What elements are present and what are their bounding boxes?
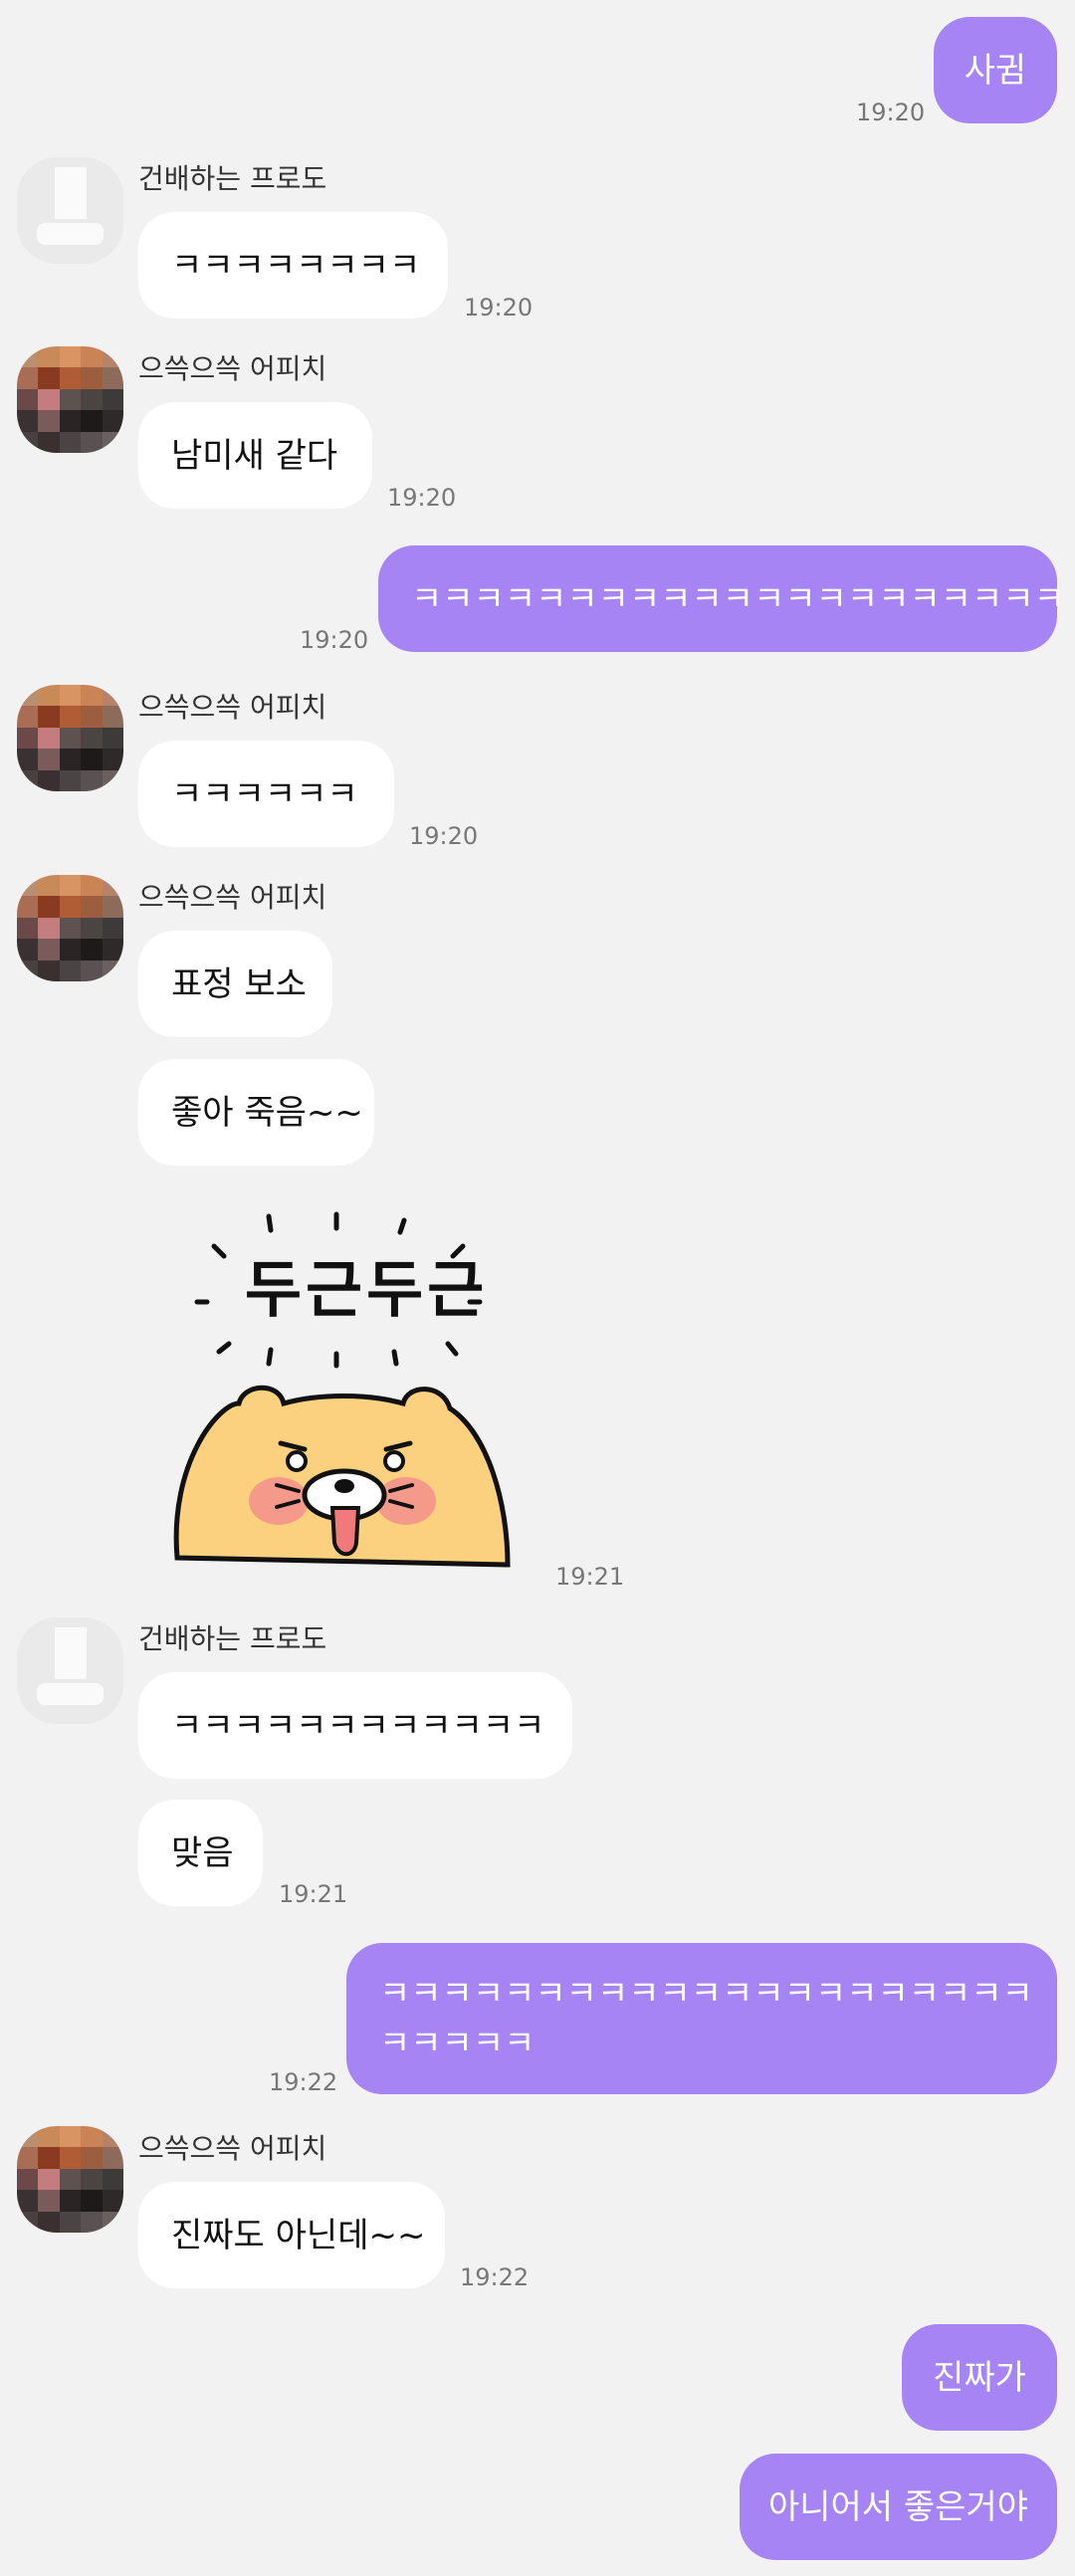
message-text: 좋아 죽음~~ (171, 1092, 363, 1133)
message-text: 사귐 (964, 50, 1027, 91)
avatar-frodo[interactable] (17, 1617, 123, 1724)
blushing-ryan-sticker[interactable]: 두근두근 (169, 1204, 528, 1583)
message-time: 19:22 (269, 2068, 338, 2096)
outgoing-message-bubble[interactable]: ㅋㅋㅋㅋㅋㅋㅋㅋㅋㅋㅋㅋㅋㅋㅋㅋㅋㅋㅋㅋㅋ ㅋㅋㅋㅋㅋ (346, 1943, 1057, 2094)
pixelated-avatar-icon (17, 875, 123, 981)
incoming-message-bubble[interactable]: ㅋㅋㅋㅋㅋㅋㅋㅋㅋㅋㅋㅋ (138, 1672, 572, 1779)
avatar-apeach[interactable] (17, 685, 123, 791)
message-text: 진짜가 (933, 2357, 1026, 2398)
message-time: 19:21 (555, 1563, 625, 1591)
pixelated-avatar-icon (17, 2126, 123, 2233)
message-time: 19:20 (387, 484, 457, 512)
avatar-apeach[interactable] (17, 346, 123, 453)
avatar-apeach[interactable] (17, 2126, 123, 2233)
incoming-message-bubble[interactable]: 맞음 (138, 1800, 263, 1906)
message-text: ㅋㅋㅋㅋㅋㅋㅋㅋㅋㅋㅋㅋ (171, 1705, 545, 1746)
message-time: 19:20 (300, 626, 369, 654)
message-text: 아니어서 좋은거야 (767, 2486, 1029, 2527)
message-time: 19:21 (279, 1880, 348, 1908)
sticker-text: 두근두근 (245, 1253, 489, 1326)
avatar-apeach[interactable] (17, 875, 123, 981)
incoming-message-bubble[interactable]: 남미새 같다 (138, 402, 372, 509)
message-text: 맞음 (171, 1832, 234, 1873)
sender-name: 건배하는 프로도 (138, 162, 327, 195)
outgoing-message-bubble[interactable]: 진짜가 (902, 2324, 1057, 2431)
outgoing-message-bubble[interactable]: 아니어서 좋은거야 (740, 2454, 1057, 2560)
default-avatar-icon (37, 1627, 104, 1705)
incoming-message-bubble[interactable]: 진짜도 아닌데~~ (138, 2182, 445, 2288)
message-time: 19:20 (856, 99, 926, 126)
incoming-message-bubble[interactable]: ㅋㅋㅋㅋㅋㅋㅋㅋ (138, 212, 448, 319)
incoming-message-bubble[interactable]: 좋아 죽음~~ (138, 1059, 374, 1166)
incoming-message-bubble[interactable]: 표정 보소 (138, 931, 332, 1037)
message-text: 남미새 같다 (171, 435, 338, 476)
message-text: ㅋㅋㅋㅋㅋㅋㅋㅋ (171, 245, 421, 286)
sender-name: 으쓱으쓱 어피치 (138, 691, 327, 724)
message-time: 19:22 (460, 2263, 530, 2291)
sender-name: 으쓱으쓱 어피치 (138, 881, 327, 914)
message-text-line1: ㅋㅋㅋㅋㅋㅋㅋㅋㅋㅋㅋㅋㅋㅋㅋㅋㅋㅋㅋㅋㅋ (379, 1974, 1033, 2014)
message-text: ㅋㅋㅋㅋㅋㅋㅋㅋㅋㅋㅋㅋㅋㅋㅋㅋㅋㅋㅋㅋㅋ (411, 578, 1065, 619)
default-avatar-icon (37, 167, 104, 245)
outgoing-message-bubble[interactable]: ㅋㅋㅋㅋㅋㅋㅋㅋㅋㅋㅋㅋㅋㅋㅋㅋㅋㅋㅋㅋㅋ (378, 545, 1065, 652)
message-time: 19:20 (409, 822, 479, 850)
pixelated-avatar-icon (17, 346, 123, 453)
sender-name: 으쓱으쓱 어피치 (138, 352, 327, 385)
sender-name: 건배하는 프로도 (138, 1622, 327, 1655)
pixelated-avatar-icon (17, 685, 123, 791)
message-text-line2: ㅋㅋㅋㅋㅋ (379, 2024, 536, 2063)
message-text: ㅋㅋㅋㅋㅋㅋ (171, 773, 358, 814)
outgoing-message-bubble[interactable]: 사귐 (934, 17, 1057, 123)
incoming-message-bubble[interactable]: ㅋㅋㅋㅋㅋㅋ (138, 741, 394, 847)
avatar-frodo[interactable] (17, 157, 123, 264)
message-text: 진짜도 아닌데~~ (171, 2215, 426, 2255)
message-time: 19:20 (464, 294, 534, 322)
sender-name: 으쓱으쓱 어피치 (138, 2132, 327, 2165)
message-text: 표정 보소 (171, 964, 307, 1004)
